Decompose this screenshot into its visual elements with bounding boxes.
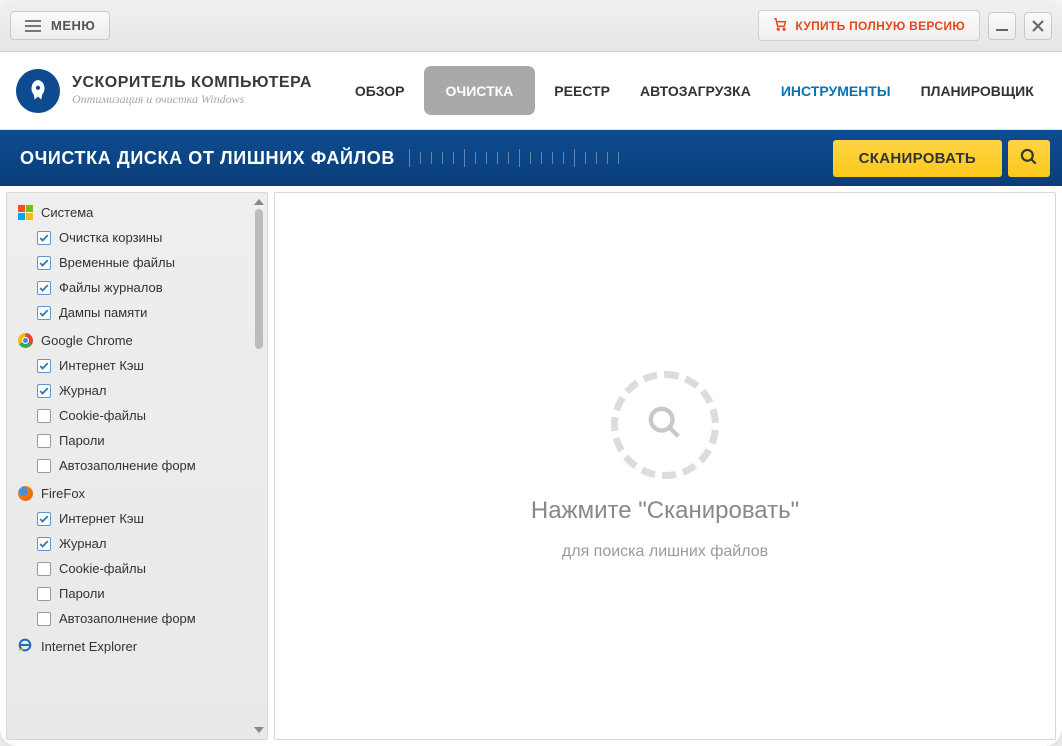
sidebar-item-label: Интернет Кэш <box>59 358 144 373</box>
sidebar: Система Очистка корзины Временные файлы Фай… <box>6 192 268 740</box>
sidebar-group-header[interactable]: FireFox <box>13 480 265 506</box>
sidebar-group-header[interactable]: Internet Explorer <box>13 633 265 659</box>
sidebar-group-label: Internet Explorer <box>41 639 137 654</box>
content-body: Система Очистка корзины Временные файлы Фай… <box>0 186 1062 746</box>
placeholder-line2: для поиска лишних файлов <box>562 543 768 561</box>
sidebar-item[interactable]: Файлы журналов <box>35 275 265 300</box>
nav-tools[interactable]: ИНСТРУМЕНТЫ <box>766 52 906 129</box>
rocket-icon <box>16 69 60 113</box>
nav-registry[interactable]: РЕЕСТР <box>539 52 625 129</box>
minimize-button[interactable] <box>988 12 1016 40</box>
sidebar-scrollbar[interactable] <box>253 199 265 733</box>
scan-icon-button[interactable] <box>1008 140 1050 177</box>
ie-icon <box>17 638 33 654</box>
placeholder-line1: Нажмите "Сканировать" <box>531 497 799 525</box>
sidebar-item[interactable]: Автозаполнение форм <box>35 453 265 478</box>
sidebar-item-label: Автозаполнение форм <box>59 611 196 626</box>
sidebar-item[interactable]: Cookie-файлы <box>35 403 265 428</box>
chrome-icon <box>17 332 33 348</box>
scan-button[interactable]: СКАНИРОВАТЬ <box>833 140 1002 177</box>
buy-label: КУПИТЬ ПОЛНУЮ ВЕРСИЮ <box>795 19 965 33</box>
section-title: ОЧИСТКА ДИСКА ОТ ЛИШНИХ ФАЙЛОВ <box>20 148 395 169</box>
sidebar-group-label: FireFox <box>41 486 85 501</box>
scroll-down-icon[interactable] <box>254 727 264 733</box>
ruler-ticks-icon <box>409 148 819 168</box>
menu-label: МЕНЮ <box>51 18 95 33</box>
close-button[interactable] <box>1024 12 1052 40</box>
checkbox[interactable] <box>37 537 51 551</box>
sidebar-item-label: Дампы памяти <box>59 305 147 320</box>
checkbox[interactable] <box>37 512 51 526</box>
main-panel: Нажмите "Сканировать" для поиска лишних … <box>274 192 1056 740</box>
checkbox[interactable] <box>37 612 51 626</box>
sidebar-item[interactable]: Cookie-файлы <box>35 556 265 581</box>
sidebar-item[interactable]: Автозаполнение форм <box>35 606 265 631</box>
checkbox[interactable] <box>37 256 51 270</box>
cart-icon <box>773 17 787 34</box>
sidebar-group-header[interactable]: Система <box>13 199 265 225</box>
sidebar-item-label: Журнал <box>59 383 106 398</box>
buy-full-version-button[interactable]: КУПИТЬ ПОЛНУЮ ВЕРСИЮ <box>758 10 980 41</box>
app-header: УСКОРИТЕЛЬ КОМПЬЮТЕРА Оптимизация и очис… <box>0 52 1062 130</box>
checkbox[interactable] <box>37 306 51 320</box>
checkbox[interactable] <box>37 384 51 398</box>
scroll-thumb[interactable] <box>255 209 263 349</box>
sidebar-item[interactable]: Временные файлы <box>35 250 265 275</box>
sidebar-group-header[interactable]: Google Chrome <box>13 327 265 353</box>
app-window: МЕНЮ КУПИТЬ ПОЛНУЮ ВЕРСИЮ УСКОРИТЕЛЬ КОМ… <box>0 0 1062 746</box>
sidebar-item-label: Интернет Кэш <box>59 511 144 526</box>
sidebar-item[interactable]: Пароли <box>35 581 265 606</box>
sidebar-item[interactable]: Очистка корзины <box>35 225 265 250</box>
titlebar: МЕНЮ КУПИТЬ ПОЛНУЮ ВЕРСИЮ <box>0 0 1062 52</box>
scroll-up-icon[interactable] <box>254 199 264 205</box>
sidebar-group: Internet Explorer <box>13 633 265 659</box>
app-subtitle: Оптимизация и очистка Windows <box>72 92 312 107</box>
search-icon <box>1019 147 1039 170</box>
sidebar-item[interactable]: Пароли <box>35 428 265 453</box>
nav-overview[interactable]: ОБЗОР <box>340 52 420 129</box>
sidebar-item-label: Пароли <box>59 586 105 601</box>
checkbox[interactable] <box>37 562 51 576</box>
sidebar-group-label: Система <box>41 205 93 220</box>
hamburger-icon <box>25 20 41 32</box>
sidebar-item-label: Журнал <box>59 536 106 551</box>
checkbox[interactable] <box>37 434 51 448</box>
logo: УСКОРИТЕЛЬ КОМПЬЮТЕРА Оптимизация и очис… <box>16 69 312 113</box>
sidebar-group: Система Очистка корзины Временные файлы Фай… <box>13 199 265 325</box>
nav-startup[interactable]: АВТОЗАГРУЗКА <box>625 52 766 129</box>
section-bar: ОЧИСТКА ДИСКА ОТ ЛИШНИХ ФАЙЛОВ СКАНИРОВА… <box>0 130 1062 186</box>
firefox-icon <box>17 485 33 501</box>
sidebar-item-label: Cookie-файлы <box>59 408 146 423</box>
sidebar-item-label: Временные файлы <box>59 255 175 270</box>
app-title: УСКОРИТЕЛЬ КОМПЬЮТЕРА <box>72 74 312 92</box>
sidebar-item-label: Автозаполнение форм <box>59 458 196 473</box>
sidebar-item-label: Cookie-файлы <box>59 561 146 576</box>
main-nav: ОБЗОР ОЧИСТКА РЕЕСТР АВТОЗАГРУЗКА ИНСТРУ… <box>340 52 1049 129</box>
checkbox[interactable] <box>37 231 51 245</box>
sidebar-item[interactable]: Журнал <box>35 531 265 556</box>
menu-button[interactable]: МЕНЮ <box>10 11 110 40</box>
checkbox[interactable] <box>37 281 51 295</box>
checkbox[interactable] <box>37 587 51 601</box>
sidebar-item-label: Очистка корзины <box>59 230 162 245</box>
sidebar-item[interactable]: Интернет Кэш <box>35 506 265 531</box>
scan-placeholder <box>611 371 719 479</box>
nav-scheduler[interactable]: ПЛАНИРОВЩИК <box>906 52 1049 129</box>
sidebar-item-label: Пароли <box>59 433 105 448</box>
checkbox[interactable] <box>37 409 51 423</box>
nav-cleanup[interactable]: ОЧИСТКА <box>424 66 536 115</box>
sidebar-item[interactable]: Интернет Кэш <box>35 353 265 378</box>
sidebar-item[interactable]: Дампы памяти <box>35 300 265 325</box>
checkbox[interactable] <box>37 359 51 373</box>
sidebar-group: Google Chrome Интернет Кэш Журнал Cookie-фа… <box>13 327 265 478</box>
sidebar-group-label: Google Chrome <box>41 333 133 348</box>
sidebar-item[interactable]: Журнал <box>35 378 265 403</box>
windows-icon <box>17 204 33 220</box>
checkbox[interactable] <box>37 459 51 473</box>
sidebar-group: FireFox Интернет Кэш Журнал Cookie-файлы Пар… <box>13 480 265 631</box>
sidebar-item-label: Файлы журналов <box>59 280 163 295</box>
